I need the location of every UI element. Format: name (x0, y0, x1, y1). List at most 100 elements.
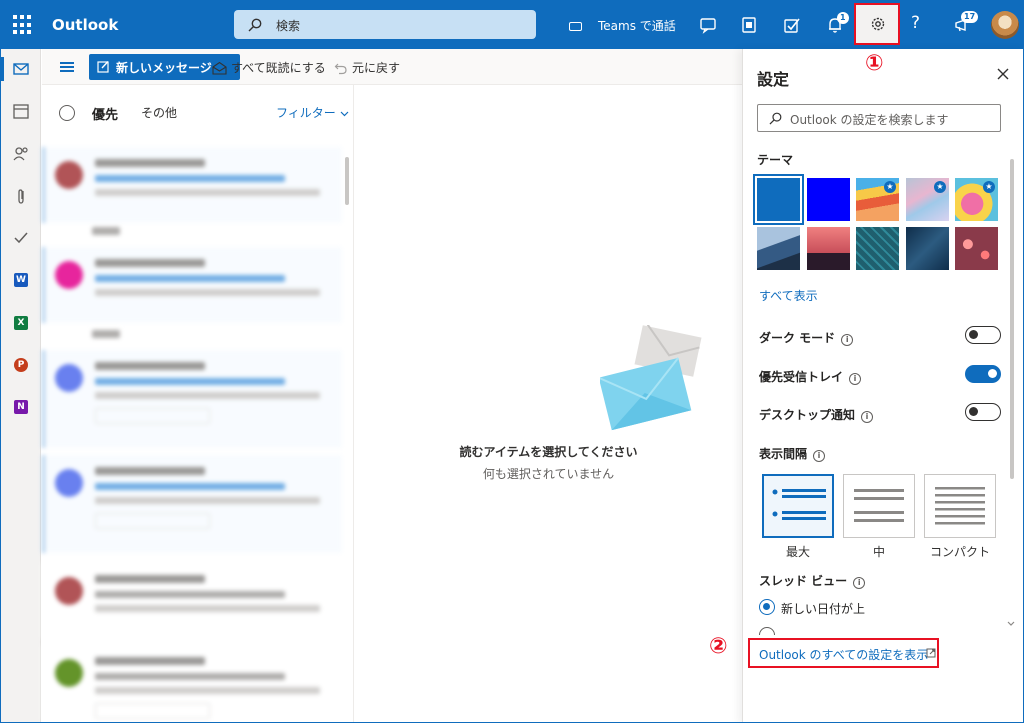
star-icon: ★ (884, 181, 896, 193)
show-all-themes-link[interactable]: すべて表示 (759, 287, 818, 304)
tab-focused[interactable]: 優先 (92, 104, 118, 123)
list-item[interactable] (42, 350, 342, 448)
theme-swatch-darkblue[interactable] (807, 178, 850, 221)
theme-swatch-pastel[interactable]: ★ (906, 178, 949, 221)
gear-icon (871, 17, 885, 31)
search-icon (248, 18, 262, 32)
info-icon[interactable]: i (813, 450, 826, 462)
thread-newest-label: 新しい日付が上 (781, 602, 866, 616)
calendar-icon[interactable] (11, 101, 31, 121)
theme-swatch-bokeh[interactable] (955, 227, 998, 270)
compose-icon (97, 61, 109, 73)
undo-icon (334, 63, 347, 75)
outlook-window: Outlook 検索 Teams で通話 1 ? 17 W X P N 新しいメ… (0, 0, 1024, 723)
density-option-medium[interactable] (843, 474, 915, 538)
list-item[interactable] (42, 147, 342, 223)
reading-pane: 読むアイテムを選択してください 何も選択されていません (355, 85, 742, 722)
mark-all-read-label: すべて既読にする (231, 61, 326, 75)
focused-inbox-row: 優先受信トレイ i (759, 368, 862, 385)
callout-two: ② (709, 634, 728, 659)
settings-button[interactable] (854, 3, 900, 45)
star-icon: ★ (934, 181, 946, 193)
desktop-notifications-row: デスクトップ通知 i (759, 406, 874, 423)
density-option-compact[interactable] (924, 474, 996, 538)
info-icon[interactable]: i (861, 411, 874, 423)
theme-swatch-circuit[interactable] (856, 227, 899, 270)
todo-check-icon[interactable] (11, 228, 31, 248)
density-label-medium: 中 (872, 545, 885, 559)
star-icon: ★ (983, 181, 995, 193)
app-name: Outlook (52, 16, 119, 34)
people-icon[interactable] (11, 144, 31, 164)
powerpoint-icon[interactable]: P (14, 358, 28, 372)
tab-other[interactable]: その他 (141, 104, 177, 121)
filter-label: フィルター (276, 106, 336, 120)
select-all-checkbox[interactable] (59, 105, 75, 121)
word-icon[interactable]: W (14, 273, 28, 287)
settings-scrollbar[interactable] (1010, 159, 1014, 479)
section-header (92, 227, 120, 235)
todo-icon[interactable] (782, 15, 802, 35)
focused-inbox-label: 優先受信トレイ (759, 370, 844, 384)
excel-icon[interactable]: X (14, 316, 28, 330)
video-camera-icon (569, 22, 582, 31)
chat-icon[interactable] (698, 15, 718, 35)
desktop-notifications-label: デスクトップ通知 (759, 408, 856, 422)
density-option-full[interactable] (762, 474, 834, 538)
theme-swatch-blue[interactable] (753, 174, 804, 225)
density-label-compact: コンパクト (929, 545, 990, 559)
teams-call-button[interactable]: Teams で通話 (569, 17, 676, 34)
message-list: 優先 その他 フィルター (42, 85, 354, 722)
theme-swatch-mountain[interactable] (757, 227, 800, 270)
hamburger-menu-icon[interactable] (60, 62, 74, 72)
list-scrollbar[interactable] (345, 157, 349, 205)
mail-icon[interactable] (11, 59, 31, 79)
view-all-settings-link[interactable]: Outlook のすべての設定を表示 (748, 638, 939, 668)
settings-search-input[interactable]: Outlook の設定を検索します (757, 104, 1001, 132)
dark-mode-toggle[interactable] (965, 326, 1001, 344)
search-input[interactable]: 検索 (234, 10, 536, 39)
theme-swatch-navy[interactable] (906, 227, 949, 270)
filter-button[interactable]: フィルター (276, 104, 349, 121)
info-icon[interactable]: i (849, 373, 862, 385)
thread-view-label: スレッド ビュー (759, 574, 848, 588)
info-icon[interactable]: i (841, 334, 854, 346)
theme-swatch-unicorn[interactable]: ★ (955, 178, 998, 221)
onenote-icon[interactable]: N (14, 400, 28, 414)
focused-inbox-toggle[interactable] (965, 365, 1001, 383)
teams-call-label: Teams で通話 (598, 19, 676, 33)
app-rail: W X P N (1, 49, 41, 722)
settings-title: 設定 (757, 70, 790, 89)
mark-all-read-button[interactable]: すべて既読にする (212, 59, 326, 76)
command-bar: 新しいメッセージ すべて既読にする 元に戻す (42, 49, 742, 85)
app-launcher-icon[interactable] (13, 15, 33, 35)
callout-one: ① (865, 51, 884, 76)
thread-newest-radio[interactable] (759, 599, 775, 615)
display-density-row: 表示間隔 i (759, 445, 826, 462)
settings-search-placeholder: Outlook の設定を検索します (790, 113, 949, 127)
attachment-icon[interactable] (11, 186, 31, 206)
help-button[interactable]: ? (911, 13, 931, 33)
blurred-messages (42, 137, 342, 722)
settings-panel: 設定 Outlook の設定を検索します テーマ ★ ★ ★ すべて表示 ダーク… (742, 49, 1023, 722)
undo-button[interactable]: 元に戻す (334, 59, 400, 76)
open-envelope-icon (212, 61, 227, 75)
theme-swatch-palms[interactable] (807, 227, 850, 270)
display-density-label: 表示間隔 (759, 447, 808, 461)
empty-reading-title: 読むアイテムを選択してください (459, 445, 638, 459)
open-external-icon (926, 648, 936, 658)
list-item[interactable] (42, 455, 342, 553)
list-item[interactable] (42, 563, 342, 639)
thread-next-radio-partial[interactable] (759, 627, 775, 635)
theme-swatch-stripes[interactable]: ★ (856, 178, 899, 221)
scroll-down-icon[interactable] (1007, 621, 1015, 627)
density-medium-icon (854, 489, 904, 522)
info-icon[interactable]: i (853, 577, 866, 589)
dark-mode-label: ダーク モード (759, 331, 836, 345)
close-icon[interactable] (997, 68, 1009, 80)
list-item[interactable] (42, 645, 342, 721)
office-icon[interactable] (739, 15, 759, 35)
list-item[interactable] (42, 247, 342, 323)
avatar[interactable] (991, 11, 1019, 39)
desktop-notifications-toggle[interactable] (965, 403, 1001, 421)
